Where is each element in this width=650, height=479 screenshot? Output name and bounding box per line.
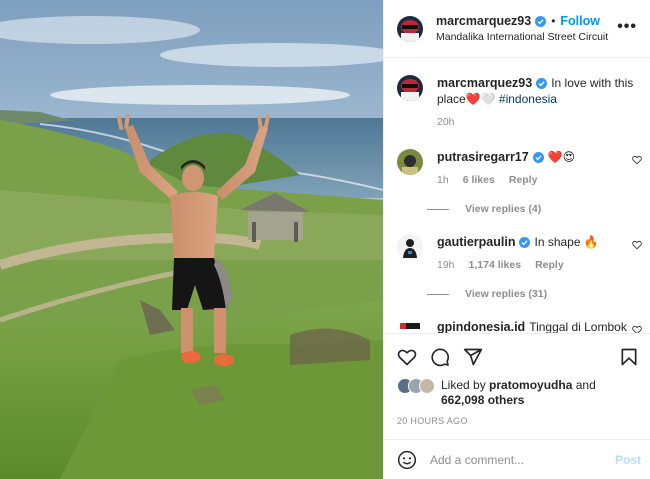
- post-photo[interactable]: [0, 0, 383, 479]
- post-actions-section: [384, 333, 650, 380]
- liker-avatars[interactable]: [397, 378, 435, 394]
- add-comment-bar: Post: [384, 439, 650, 479]
- liker-avatar: [419, 378, 435, 394]
- comment-icon[interactable]: [430, 347, 450, 367]
- comment-body: putrasiregarr17 ❤️😍 1h 6 likes Reply: [437, 149, 627, 186]
- author-avatar[interactable]: [397, 15, 423, 42]
- comment-line: putrasiregarr17 ❤️😍: [437, 149, 627, 165]
- post-timestamp[interactable]: 20 HOURS AGO: [397, 416, 468, 426]
- hashtag-link[interactable]: #indonesia: [499, 92, 557, 106]
- liked-by-text: Liked by pratomoyudha and 662,098 others: [441, 378, 596, 408]
- comment-line: gpindonesia.id Tinggal di Lombok: [437, 319, 627, 333]
- commenter-avatar[interactable]: [397, 319, 423, 333]
- liked-by-row: Liked by pratomoyudha and 662,098 others: [397, 378, 596, 408]
- liker-username[interactable]: pratomoyudha: [489, 378, 572, 392]
- caption-username[interactable]: marcmarquez93: [437, 76, 532, 90]
- comment-likes[interactable]: 1,174 likes: [469, 259, 522, 271]
- comments-list: marcmarquez93 In love with this place❤️🤍 …: [384, 59, 650, 333]
- comment-like-heart-icon[interactable]: [632, 325, 642, 333]
- caption-line-1: marcmarquez93 In love with this: [437, 75, 633, 91]
- author-username[interactable]: marcmarquez93: [436, 14, 531, 28]
- post-comment-button[interactable]: Post: [615, 453, 641, 467]
- commenter-avatar-image: [397, 149, 423, 175]
- caption-line-2: place❤️🤍 #indonesia: [437, 91, 627, 107]
- caption-meta: 20h: [437, 116, 627, 128]
- comment-line: gautierpaulin In shape 🔥: [437, 234, 627, 250]
- caption-text-continued: place: [437, 92, 466, 106]
- post-header: marcmarquez93 • Follow Mandalika Interna…: [384, 0, 650, 58]
- comment-like-heart-icon[interactable]: [632, 155, 642, 165]
- header-line: marcmarquez93 • Follow: [436, 14, 608, 28]
- header-separator: •: [551, 14, 556, 28]
- follow-button[interactable]: Follow: [560, 14, 600, 28]
- comment-username[interactable]: gpindonesia.id: [437, 320, 525, 333]
- verified-badge-icon: [536, 78, 548, 90]
- caption-body: marcmarquez93 In love with this place❤️🤍 …: [437, 75, 633, 128]
- comment-likes[interactable]: 6 likes: [463, 174, 495, 186]
- comment-time[interactable]: 19h: [437, 259, 455, 271]
- emoji-icon[interactable]: [397, 450, 417, 470]
- view-replies-button[interactable]: View replies (4): [427, 203, 541, 215]
- comment-username[interactable]: putrasiregarr17: [437, 150, 529, 164]
- caption-avatar[interactable]: [397, 75, 423, 101]
- comment-meta: 19h 1,174 likes Reply: [437, 259, 627, 271]
- caption-avatar-image: [397, 75, 423, 101]
- comment-text: Tinggal di Lombok: [529, 320, 627, 333]
- bookmark-icon[interactable]: [619, 347, 639, 367]
- instagram-post: marcmarquez93 • Follow Mandalika Interna…: [0, 0, 650, 479]
- author-avatar-image: [397, 15, 423, 42]
- commenter-avatar-image: [397, 319, 423, 333]
- commenter-avatar-image: [397, 234, 423, 260]
- comment-body: gautierpaulin In shape 🔥 19h 1,174 likes …: [437, 234, 627, 271]
- photo-illustration: [0, 0, 383, 479]
- comment-username[interactable]: gautierpaulin: [437, 235, 515, 249]
- view-replies-label: View replies (31): [465, 288, 548, 300]
- view-replies-label: View replies (4): [465, 203, 542, 215]
- share-icon[interactable]: [463, 347, 483, 367]
- verified-badge-icon: [532, 152, 544, 164]
- comment-text: In shape 🔥: [534, 235, 599, 249]
- commenter-avatar[interactable]: [397, 234, 423, 260]
- verified-badge-icon: [519, 237, 531, 249]
- liked-by-connector: and: [575, 378, 596, 392]
- verified-badge-icon: [535, 15, 547, 27]
- header-text: marcmarquez93 • Follow Mandalika Interna…: [436, 14, 608, 43]
- liked-by-prefix: Liked by: [441, 378, 486, 392]
- reply-button[interactable]: Reply: [535, 259, 564, 271]
- comment-like-heart-icon[interactable]: [632, 240, 642, 250]
- comment-time[interactable]: 1h: [437, 174, 449, 186]
- comment-input[interactable]: [430, 452, 610, 467]
- commenter-avatar[interactable]: [397, 149, 423, 175]
- post-location[interactable]: Mandalika International Street Circuit: [436, 31, 608, 43]
- more-options-icon[interactable]: •••: [617, 19, 637, 35]
- caption-time[interactable]: 20h: [437, 116, 455, 128]
- action-bar: [384, 334, 650, 380]
- reply-button[interactable]: Reply: [509, 174, 538, 186]
- caption-text: In love with this: [551, 76, 634, 90]
- likes-count[interactable]: 662,098 others: [441, 393, 524, 407]
- replies-divider: [427, 208, 449, 210]
- comment-body: gpindonesia.id Tinggal di Lombok: [437, 319, 627, 333]
- comment-meta: 1h 6 likes Reply: [437, 174, 627, 186]
- caption-emojis: ❤️🤍: [465, 92, 496, 106]
- replies-divider: [427, 293, 449, 295]
- post-side-panel: marcmarquez93 • Follow Mandalika Interna…: [383, 0, 650, 479]
- comment-text: ❤️😍: [547, 150, 576, 164]
- heart-icon[interactable]: [397, 347, 417, 367]
- view-replies-button[interactable]: View replies (31): [427, 288, 547, 300]
